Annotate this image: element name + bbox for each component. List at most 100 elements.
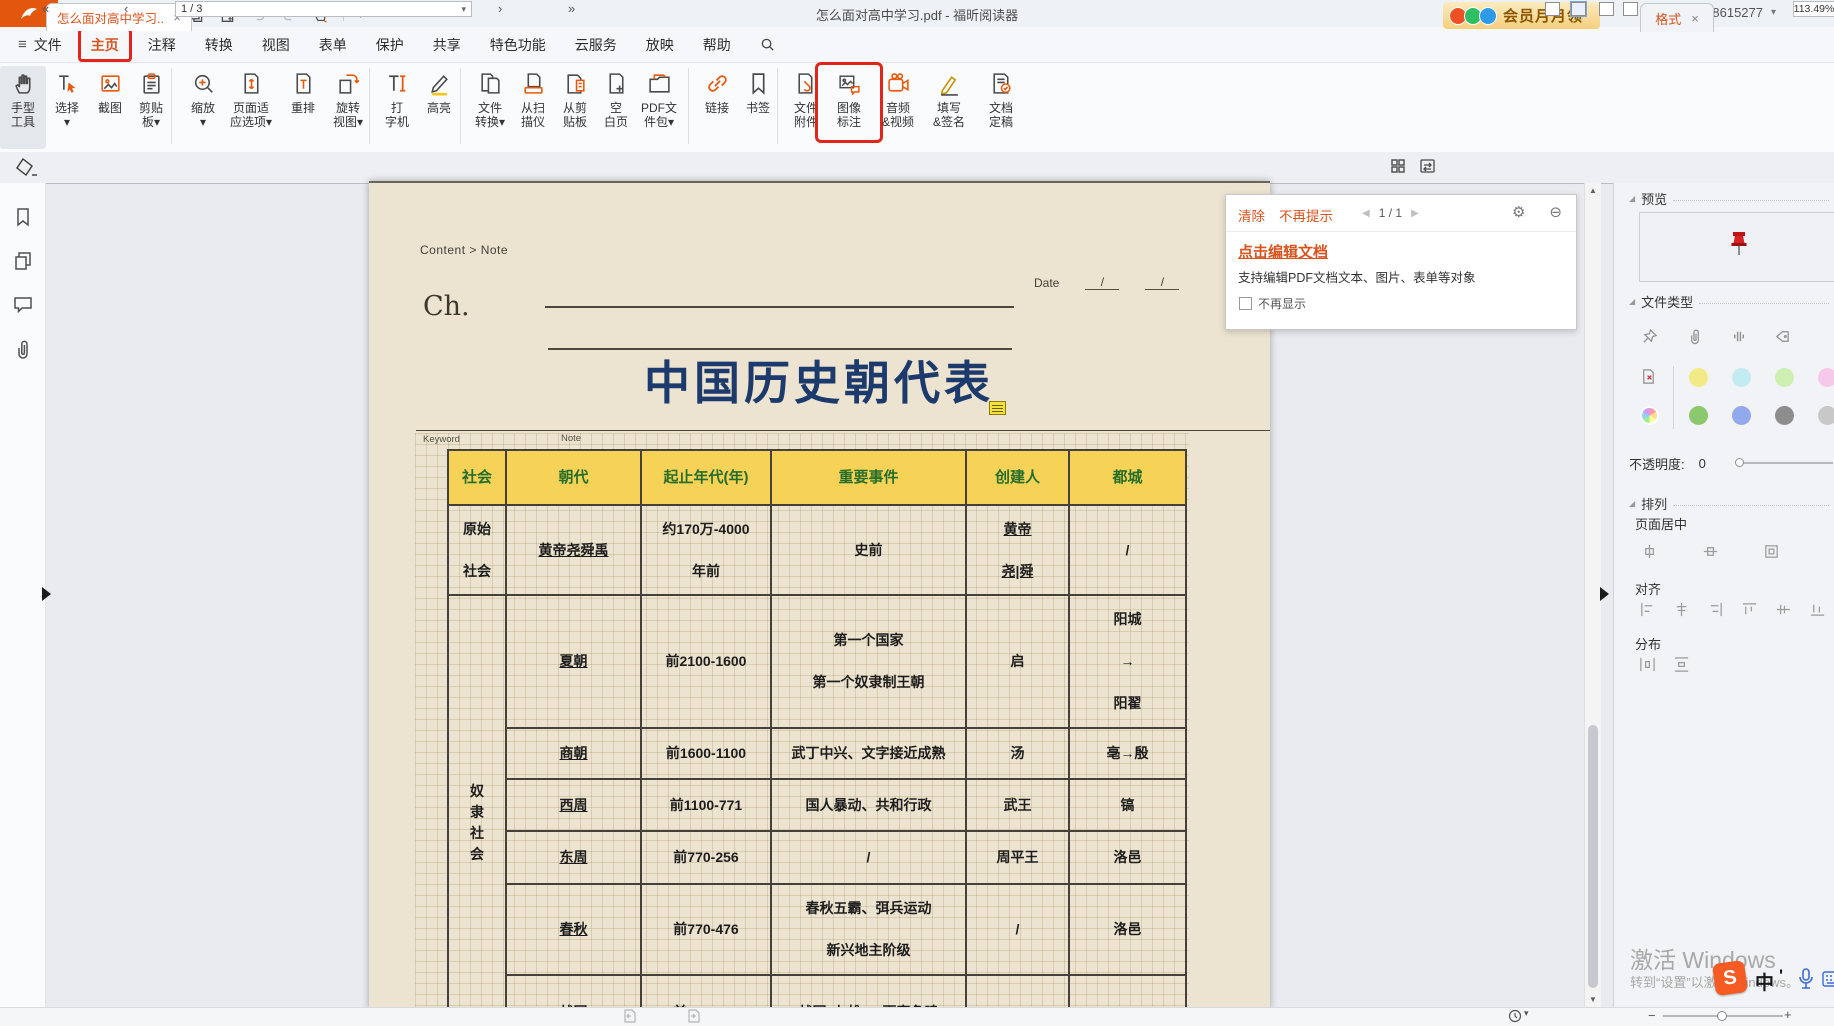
file-pin-type-icon[interactable]	[1640, 368, 1657, 385]
scroll-down-icon[interactable]: ▼	[1585, 995, 1601, 1004]
color-swatch-pink[interactable]	[1818, 368, 1834, 387]
expand-left-panel-arrow-icon[interactable]	[42, 587, 51, 601]
format-panel-tab[interactable]: 格式 ×	[1640, 3, 1714, 32]
color-swatch-blue[interactable]	[1732, 406, 1751, 425]
eraser-icon[interactable]	[16, 157, 38, 177]
scrollbar-thumb[interactable]	[1588, 725, 1598, 988]
cell-dynasty-link[interactable]: 战国	[506, 975, 641, 1009]
menu-tab-features[interactable]: 特色功能	[490, 35, 546, 55]
page-number-box[interactable]: 1 / 3 ▾	[175, 1, 472, 17]
tag-style-icon[interactable]	[1774, 328, 1791, 345]
ime-microphone-icon[interactable]	[1797, 968, 1815, 990]
menu-tab-share[interactable]: 共享	[433, 35, 461, 55]
next-view-icon[interactable]	[687, 1009, 700, 1023]
clock-chevron-icon[interactable]: ▾	[1524, 1008, 1529, 1019]
ribbon-highlight[interactable]: 高亮	[413, 66, 465, 149]
sound-attachment-style-icon[interactable]	[1731, 328, 1748, 345]
menu-tab-view[interactable]: 视图	[262, 35, 290, 55]
zoom-out-button[interactable]: −	[1648, 1008, 1656, 1023]
ribbon-rotate-view[interactable]: 旋转视图▾	[322, 66, 374, 149]
zoom-slider-knob[interactable]	[1717, 1011, 1727, 1021]
menu-tab-help[interactable]: 帮助	[703, 35, 731, 55]
ribbon-image-annotation[interactable]: 图像标注	[823, 66, 875, 149]
color-swatch-dark-gray[interactable]	[1775, 406, 1794, 425]
page-box-chevron-icon[interactable]: ▾	[461, 4, 466, 15]
last-page-button[interactable]: »	[568, 1, 575, 16]
zoom-in-button[interactable]: +	[1784, 1007, 1792, 1022]
bookmarks-panel-icon[interactable]	[13, 207, 33, 227]
center-vertical-icon[interactable]	[1641, 543, 1658, 560]
notice-collapse-icon[interactable]: ⊖	[1549, 203, 1562, 221]
edit-document-link[interactable]: 点击编辑文档	[1238, 241, 1328, 262]
ime-language-indicator[interactable]: 中	[1755, 968, 1774, 995]
cell-founder-link[interactable]: 黄帝 尧|舜	[966, 505, 1069, 595]
notice-prev-icon[interactable]: ◀	[1362, 208, 1370, 219]
switch-view-icon[interactable]	[1419, 158, 1436, 174]
collapse-triangle-icon[interactable]: ◢	[1629, 194, 1635, 203]
ribbon-audio-video[interactable]: 音频&视频	[872, 66, 924, 149]
search-icon[interactable]	[760, 37, 775, 52]
ribbon-hand-tool[interactable]: 手型工具	[0, 66, 46, 149]
collapse-triangle-icon[interactable]: ◢	[1629, 297, 1635, 306]
menu-tab-convert[interactable]: 转换	[205, 35, 233, 55]
cell-dynasty-link[interactable]: 商朝	[506, 728, 641, 779]
sogou-ime-icon[interactable]: S	[1712, 960, 1748, 996]
center-both-icon[interactable]	[1763, 543, 1780, 560]
first-page-button[interactable]: «	[42, 1, 49, 16]
align-right-icon[interactable]	[1707, 601, 1724, 618]
collapse-right-panel-arrow-icon[interactable]	[1600, 587, 1609, 601]
cell-dynasty-link[interactable]: 黄帝尧舜禹	[506, 505, 641, 595]
zoom-percentage-box[interactable]: 113.49%	[1793, 1, 1834, 17]
ribbon-pdf-portfolio[interactable]: PDF文件包▾	[631, 66, 687, 149]
align-center-icon[interactable]	[1673, 601, 1690, 618]
align-left-icon[interactable]	[1639, 601, 1656, 618]
collapse-triangle-icon[interactable]: ◢	[1629, 499, 1635, 508]
cell-dynasty-link[interactable]: 东周	[506, 831, 641, 884]
color-swatch-cyan[interactable]	[1732, 368, 1751, 387]
thumbnail-grid-icon[interactable]	[1390, 158, 1406, 174]
format-tab-close-icon[interactable]: ×	[1691, 11, 1699, 26]
cell-dynasty-link[interactable]: 春秋	[506, 884, 641, 975]
opacity-slider[interactable]	[1738, 462, 1833, 464]
align-middle-icon[interactable]	[1775, 601, 1792, 618]
previous-view-icon[interactable]	[623, 1009, 636, 1023]
align-top-icon[interactable]	[1741, 601, 1758, 618]
color-wheel-icon[interactable]	[1640, 406, 1659, 425]
color-swatch-green-light[interactable]	[1775, 368, 1794, 387]
menu-tab-form[interactable]: 表单	[319, 35, 347, 55]
continuous-view-icon[interactable]	[1571, 2, 1586, 16]
menu-tab-present[interactable]: 放映	[646, 35, 674, 55]
color-swatch-light-gray[interactable]	[1818, 406, 1834, 425]
document-tab[interactable]: 怎么面对高中学习... ×	[46, 3, 192, 31]
single-page-view-icon[interactable]	[1545, 2, 1560, 16]
notice-next-icon[interactable]: ▶	[1411, 208, 1419, 219]
ribbon-clipboard[interactable]: 剪贴板▾	[125, 66, 177, 149]
ribbon-finalize-doc[interactable]: 文档定稿	[975, 66, 1027, 149]
facing-continuous-view-icon[interactable]	[1623, 2, 1638, 16]
pushpin-style-icon[interactable]	[1641, 328, 1658, 345]
notice-dont-remind-button[interactable]: 不再提示	[1279, 205, 1333, 225]
cell-dynasty-link[interactable]: 西周	[506, 779, 641, 831]
scroll-up-icon[interactable]: ▲	[1585, 186, 1601, 195]
paperclip-style-icon[interactable]	[1686, 328, 1703, 345]
cell-dynasty-link[interactable]: 夏朝	[506, 595, 641, 728]
next-page-button[interactable]: ›	[498, 1, 502, 16]
color-swatch-yellow[interactable]	[1689, 368, 1708, 387]
menu-tab-protect[interactable]: 保护	[376, 35, 404, 55]
vertical-scrollbar[interactable]: ▲ ▼	[1584, 183, 1601, 1007]
distribute-vertical-icon[interactable]	[1673, 656, 1690, 673]
opacity-slider-knob[interactable]	[1735, 458, 1744, 467]
attachments-panel-icon[interactable]	[13, 339, 33, 359]
menu-tab-comment[interactable]: 注释	[148, 35, 176, 55]
ribbon-zoom[interactable]: 缩放▾	[177, 66, 229, 149]
menu-tab-cloud[interactable]: 云服务	[575, 35, 617, 55]
color-swatch-green[interactable]	[1689, 406, 1708, 425]
distribute-horizontal-icon[interactable]	[1639, 656, 1656, 673]
auto-scroll-clock-icon[interactable]	[1508, 1009, 1522, 1023]
ime-keyboard-icon[interactable]	[1822, 971, 1834, 987]
notice-clear-button[interactable]: 清除	[1238, 205, 1265, 225]
ribbon-fill-sign[interactable]: 填写&签名	[923, 66, 975, 149]
notice-settings-gear-icon[interactable]: ⚙	[1512, 203, 1525, 221]
menu-file[interactable]: ≡ 文件	[18, 35, 62, 55]
align-bottom-icon[interactable]	[1809, 601, 1826, 618]
